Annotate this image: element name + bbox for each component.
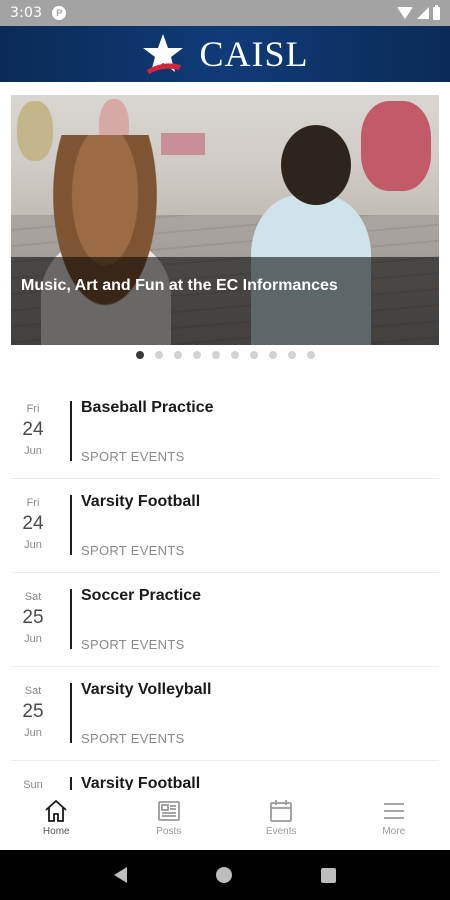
signal-icon — [417, 7, 429, 19]
calendar-icon — [270, 800, 293, 822]
event-month: Jun — [24, 633, 42, 645]
event-category: SPORT EVENTS — [81, 637, 185, 652]
carousel-dot[interactable] — [249, 351, 258, 359]
event-category: SPORT EVENTS — [81, 543, 185, 558]
event-divider — [70, 777, 72, 790]
status-bar: 3:03 P — [0, 0, 450, 26]
event-category: SPORT EVENTS — [81, 449, 185, 464]
carousel-dot[interactable] — [154, 351, 163, 359]
recents-icon[interactable] — [320, 867, 336, 883]
back-icon[interactable] — [114, 867, 128, 883]
event-date: Sun — [11, 778, 55, 790]
event-weekday: Sun — [23, 779, 43, 790]
app-header: CAISL — [0, 26, 450, 82]
event-item[interactable]: Sat 25 Jun Soccer Practice SPORT EVENTS — [11, 573, 439, 667]
nav-more[interactable]: More — [338, 790, 450, 850]
event-day: 24 — [22, 419, 44, 440]
event-date: Sat 25 Jun — [11, 684, 55, 740]
carousel-dot[interactable] — [268, 351, 277, 359]
event-title: Baseball Practice — [81, 399, 214, 416]
event-month: Jun — [24, 445, 42, 457]
nav-events-label: Events — [265, 826, 297, 837]
carousel-dot[interactable] — [306, 351, 315, 359]
event-weekday: Fri — [26, 497, 40, 509]
carousel-dot[interactable] — [211, 351, 220, 359]
wifi-icon — [397, 7, 413, 19]
event-date: Sat 25 Jun — [11, 590, 55, 646]
event-title: Soccer Practice — [81, 587, 202, 604]
nav-home[interactable]: Home — [0, 790, 113, 850]
menu-icon — [383, 803, 404, 819]
event-divider — [70, 495, 72, 555]
battery-icon — [433, 4, 440, 20]
carousel-dot[interactable] — [287, 351, 296, 359]
caption-overlay — [11, 257, 439, 345]
event-title: Varsity Football — [81, 493, 201, 510]
newspaper-icon — [157, 801, 180, 821]
event-divider — [70, 401, 72, 461]
carousel-dot[interactable] — [173, 351, 182, 359]
status-time: 3:03 — [10, 5, 43, 21]
event-divider — [70, 683, 72, 743]
event-month: Jun — [24, 727, 42, 739]
carousel-dot[interactable] — [230, 351, 239, 359]
event-item[interactable]: Sun Varsity Football — [11, 761, 439, 790]
home-icon — [45, 799, 67, 822]
event-title: Varsity Football — [81, 775, 201, 790]
events-list: Fri 24 Jun Baseball Practice SPORT EVENT… — [11, 385, 439, 790]
nav-posts-label: Posts — [156, 826, 182, 837]
nav-events[interactable]: Events — [225, 790, 338, 850]
nav-more-label: More — [382, 826, 406, 837]
event-day: 24 — [22, 513, 44, 534]
hero-caption[interactable]: Music, Art and Fun at the EC Informances — [21, 277, 338, 295]
home-circle-icon[interactable] — [215, 867, 232, 883]
logo-text: CAISL — [199, 34, 309, 74]
event-weekday: Sat — [24, 591, 42, 603]
event-date: Fri 24 Jun — [11, 402, 55, 458]
app-notification-icon: P — [52, 6, 67, 20]
hero-carousel[interactable]: Music, Art and Fun at the EC Informances — [11, 95, 439, 345]
event-item[interactable]: Sat 25 Jun Varsity Volleyball SPORT EVEN… — [11, 667, 439, 761]
carousel-dot[interactable] — [192, 351, 201, 359]
event-day: 25 — [22, 607, 44, 628]
system-navigation-bar — [0, 850, 450, 900]
nav-home-label: Home — [42, 826, 70, 837]
star-swoosh-logo — [143, 34, 184, 74]
event-category: SPORT EVENTS — [81, 731, 185, 746]
event-date: Fri 24 Jun — [11, 496, 55, 552]
carousel-pagination — [0, 351, 450, 359]
event-title: Varsity Volleyball — [81, 681, 212, 698]
status-icons — [397, 4, 440, 20]
event-item[interactable]: Fri 24 Jun Baseball Practice SPORT EVENT… — [11, 385, 439, 479]
event-day: 25 — [22, 701, 44, 722]
nav-posts[interactable]: Posts — [113, 790, 226, 850]
carousel-dot[interactable] — [135, 351, 144, 359]
bottom-navigation: Home Posts Events More — [0, 790, 450, 850]
event-divider — [70, 589, 72, 649]
caisl-logo: CAISL — [141, 32, 308, 76]
event-item[interactable]: Fri 24 Jun Varsity Football SPORT EVENTS — [11, 479, 439, 573]
event-weekday: Fri — [26, 403, 40, 415]
event-month: Jun — [24, 539, 42, 551]
event-weekday: Sat — [24, 685, 42, 697]
